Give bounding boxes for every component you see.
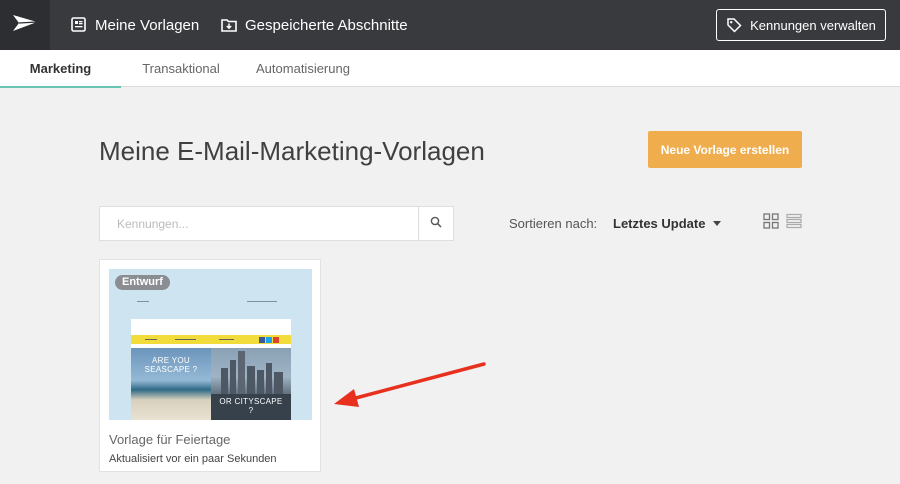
chevron-down-icon [713, 220, 722, 226]
logo[interactable] [0, 0, 50, 50]
tab-transactional-label: Transaktional [142, 61, 220, 76]
search-button[interactable] [418, 207, 453, 240]
tab-marketing[interactable]: Marketing [0, 50, 121, 88]
hero-right-text: OR CITYSCAPE ? [219, 397, 283, 415]
facebook-icon [259, 337, 265, 343]
nav-my-templates[interactable]: Meine Vorlagen [71, 0, 199, 50]
search-icon [430, 215, 442, 233]
hero-left-text: ARE YOU SEASCAPE ? [144, 356, 198, 374]
cityscape-image: OR CITYSCAPE ? [211, 348, 291, 420]
template-card[interactable]: Entwurf ▬▬▬▬ ▬▬▬▬▬▬▬▬▬▬ ▬▬▬▬ ▬▬▬▬▬▬▬ ▬▬▬… [99, 259, 321, 472]
tag-search-input[interactable] [100, 207, 418, 240]
annotation-arrow-icon [334, 362, 486, 407]
template-name: Vorlage für Feiertage [109, 432, 231, 447]
paper-plane-icon [12, 13, 38, 38]
tag-icon [726, 17, 742, 33]
tab-bar: Marketing Transaktional Automatisierung [0, 50, 900, 88]
tag-search-box [99, 206, 454, 241]
nav-saved-sections-label: Gespeicherte Abschnitte [245, 16, 408, 34]
email-preview: ▬▬▬▬ ▬▬▬▬▬▬▬ ▬▬▬▬▬ ARE YOU SEASCAPE ? OR [131, 319, 291, 420]
manage-tags-label: Kennungen verwalten [750, 17, 876, 33]
list-view-icon[interactable] [786, 213, 802, 229]
preview-text-line: ▬▬▬▬ [137, 299, 149, 303]
template-list-icon [71, 17, 87, 33]
create-template-button[interactable]: Neue Vorlage erstellen [648, 131, 802, 168]
tab-automation[interactable]: Automatisierung [241, 50, 365, 87]
preview-text-line: ▬▬▬▬▬▬▬▬▬▬ [247, 299, 277, 303]
top-navigation-bar: Meine Vorlagen Gespeicherte Abschnitte K… [0, 0, 900, 50]
tab-marketing-label: Marketing [29, 61, 92, 76]
preview-menu-bar: ▬▬▬▬ ▬▬▬▬▬▬▬ ▬▬▬▬▬ [131, 335, 291, 344]
tab-automation-label: Automatisierung [256, 61, 350, 76]
nav-saved-sections[interactable]: Gespeicherte Abschnitte [221, 0, 408, 50]
template-thumbnail: Entwurf ▬▬▬▬ ▬▬▬▬▬▬▬▬▬▬ ▬▬▬▬ ▬▬▬▬▬▬▬ ▬▬▬… [109, 269, 312, 420]
twitter-icon [266, 337, 272, 343]
folder-download-icon [221, 17, 237, 33]
google-plus-icon [273, 337, 279, 343]
seascape-image: ARE YOU SEASCAPE ? [131, 348, 211, 420]
tab-transactional[interactable]: Transaktional [121, 50, 241, 87]
manage-tags-button[interactable]: Kennungen verwalten [716, 9, 886, 41]
grid-view-icon[interactable] [763, 213, 779, 229]
template-updated-time: Aktualisiert vor ein paar Sekunden [109, 453, 277, 465]
nav-my-templates-label: Meine Vorlagen [95, 16, 200, 34]
page-title: Meine E-Mail-Marketing-Vorlagen [99, 136, 485, 166]
sort-dropdown[interactable]: Letztes Update [613, 214, 722, 232]
status-badge: Entwurf [115, 275, 170, 290]
sort-label: Sortieren nach: [509, 216, 598, 231]
sort-selected-value: Letztes Update [613, 215, 706, 231]
